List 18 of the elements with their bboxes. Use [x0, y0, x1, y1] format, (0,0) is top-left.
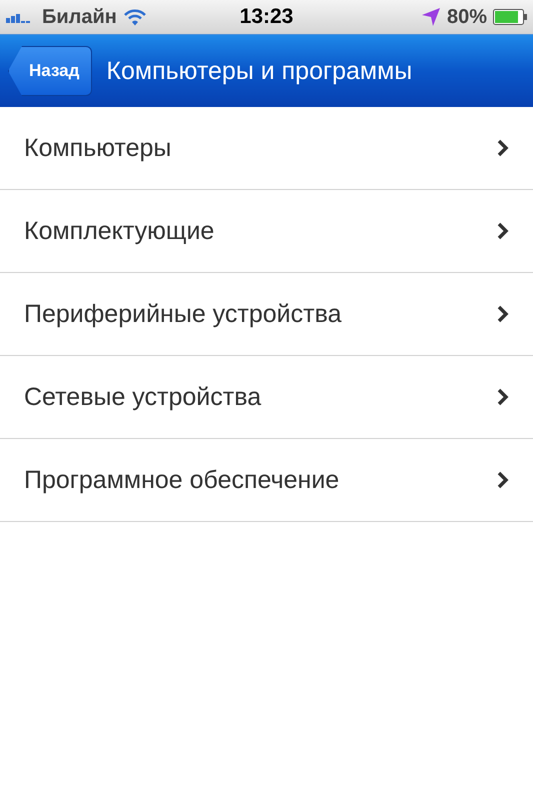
chevron-icon	[497, 388, 509, 406]
chevron-icon	[497, 305, 509, 323]
list-item[interactable]: Программное обеспечение	[0, 439, 533, 522]
list-item[interactable]: Сетевые устройства	[0, 356, 533, 439]
screen-title: Компьютеры и программы	[106, 56, 412, 86]
back-button[interactable]: Назад	[8, 46, 92, 96]
clock: 13:23	[240, 5, 294, 29]
carrier-name: Билайн	[42, 6, 117, 28]
chevron-icon	[497, 471, 509, 489]
list-item[interactable]: Комплектующие	[0, 190, 533, 273]
wifi-icon	[122, 8, 147, 26]
list-item[interactable]: Периферийные устройства	[0, 273, 533, 356]
chevron-icon	[497, 222, 509, 240]
location-arrow-icon	[420, 7, 441, 27]
battery-icon	[493, 9, 527, 25]
chevron-icon	[497, 139, 509, 157]
battery-percent: 80%	[446, 6, 487, 28]
list-item[interactable]: Компьютеры	[0, 107, 533, 190]
